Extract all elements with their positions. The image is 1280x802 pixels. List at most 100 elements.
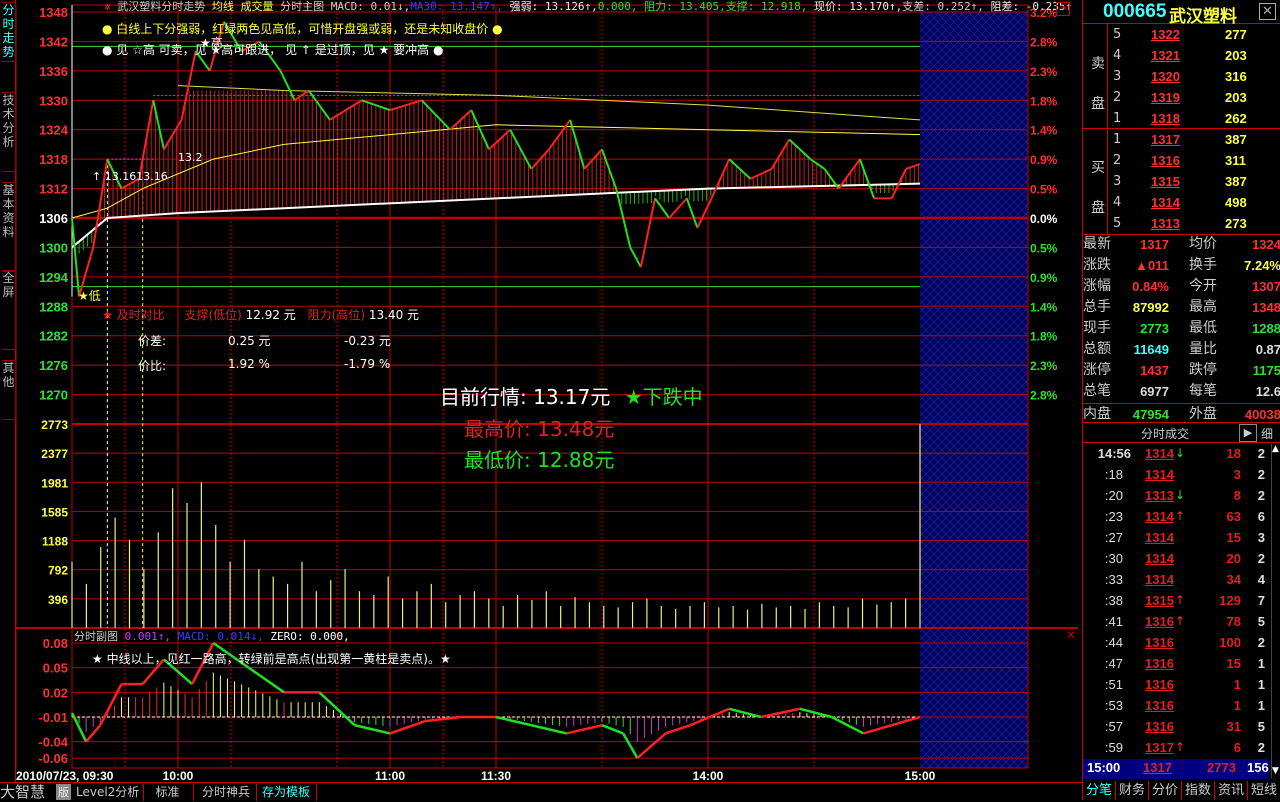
pct-tick-label: 0.9% — [1030, 153, 1058, 167]
price: 1313 — [1151, 216, 1180, 231]
tick-volume: 31 — [1226, 719, 1241, 734]
quote-tab[interactable]: 资讯 — [1215, 781, 1248, 800]
main-chart-label[interactable]: 分时主图 — [280, 0, 324, 13]
buy-row[interactable]: 2 1316 311 — [1083, 150, 1280, 171]
buy-row[interactable]: 4 1314 498 — [1083, 192, 1280, 213]
level: 1 — [1113, 132, 1122, 147]
detail-button[interactable]: 细 — [1261, 425, 1273, 442]
avg-line-toggle[interactable]: 均线 — [212, 0, 234, 13]
level: 2 — [1113, 153, 1122, 168]
price-line-segment — [685, 198, 699, 229]
stat-label: 涨幅 — [1083, 278, 1111, 294]
sell-row[interactable]: 2 1319 203 — [1083, 87, 1280, 108]
intraday-chart[interactable]: 1348 3.2% 1342 2.8% 1336 2.3% 1330 1.8% 1324 1.4%… — [16, 0, 1082, 782]
tab-standard[interactable]: 标准 — [142, 784, 194, 801]
tab-intraday[interactable]: 分时走势 — [2, 2, 16, 62]
zero-value: 0.000, — [597, 0, 638, 13]
scroll-up-icon[interactable]: ▲ — [1272, 444, 1279, 454]
label-1316: ↑ 13.1613.16 — [92, 170, 168, 183]
close-icon[interactable]: ✕ — [1259, 3, 1276, 20]
hatch — [1064, 12, 1082, 768]
support-val: 12.92 元 — [245, 308, 296, 322]
stat-value: 87992 — [1132, 300, 1169, 315]
version-tab[interactable]: 版 — [56, 784, 71, 800]
close-sub-icon[interactable]: ✕ — [1066, 628, 1076, 642]
support-value: 支撑: 12.918, — [725, 0, 808, 13]
sell-row[interactable]: 5 1322 277 — [1083, 24, 1280, 45]
gear-icon[interactable]: ✲ — [104, 0, 111, 13]
scroll-down-icon[interactable]: ▼ — [1272, 766, 1279, 776]
price-line-segment — [421, 99, 451, 131]
price-tick-label: 1306 — [39, 211, 68, 226]
tab-level2[interactable]: Level2分析 — [72, 784, 145, 801]
tick-time: :57 — [1104, 719, 1123, 734]
stat-value: 1348 — [1252, 300, 1280, 315]
tab-fullscreen[interactable]: 全屏 — [2, 270, 16, 350]
quote-tab[interactable]: 分价 — [1149, 781, 1182, 800]
tick-count: 2 — [1257, 635, 1265, 650]
stat-label: 涨停 — [1083, 362, 1111, 378]
quote-tab[interactable]: 财务 — [1116, 781, 1149, 800]
low-marker: ★低 — [78, 289, 101, 303]
pct-tick-label: 2.8% — [1030, 389, 1058, 403]
stat-label: 最新 — [1083, 236, 1111, 252]
stat-row: 最新 1317 均价 1324 — [1083, 234, 1280, 255]
tick-row: :57 1316 31 5 — [1083, 716, 1280, 737]
macd-line-segment — [354, 724, 391, 735]
view-tabs: 分时走势 技术分析 基本资料 全屏 其他 — [0, 0, 16, 782]
sell-row[interactable]: 1 1318 262 — [1083, 108, 1280, 129]
strength-value: 强弱: 13.126↑, — [509, 0, 598, 13]
pct-tick-label: 0.5% — [1030, 183, 1058, 197]
tick-row: :47 1316 15 1 — [1083, 653, 1280, 674]
tab-technical[interactable]: 技术分析 — [2, 92, 16, 172]
stat-value: 2773 — [1140, 321, 1169, 336]
price-tick-label: 1342 — [39, 34, 68, 49]
buy-row[interactable]: 3 1315 387 — [1083, 171, 1280, 192]
buy-row[interactable]: 5 1313 273 — [1083, 213, 1280, 234]
price-line-segment — [152, 100, 165, 150]
tick-volume: 15 — [1226, 656, 1241, 671]
volume-toggle[interactable]: 成交量 — [241, 0, 274, 13]
macd-tick-label: 0.08 — [43, 636, 68, 651]
tick-volume: 34 — [1226, 572, 1241, 587]
price: 1322 — [1151, 27, 1180, 42]
diff-support: 0.25 元 — [228, 334, 271, 348]
stat-label: 最低 — [1189, 320, 1217, 336]
hatch — [1072, 12, 1082, 768]
tick-row: :20 1313 ↓ 8 2 — [1083, 485, 1280, 506]
tick-row: :51 1316 1 1 — [1083, 674, 1280, 695]
quote-tab[interactable]: 指数 — [1182, 781, 1215, 800]
macd-tick-label: 0.02 — [43, 685, 68, 700]
macd-line-segment — [728, 707, 762, 719]
price-tick-label: 1270 — [39, 388, 68, 403]
sub-chart-title[interactable]: 分时副图 — [74, 630, 118, 643]
macd-line-segment — [601, 724, 624, 735]
ratio-resist: -1.79 % — [344, 357, 391, 371]
tick-time: :59 — [1104, 740, 1123, 755]
ticks-scrollbar[interactable]: ▲ ▼ — [1271, 444, 1280, 778]
buy-row[interactable]: 1 1317 387 — [1083, 129, 1280, 150]
save-template-tab[interactable]: 存为模板 — [256, 784, 318, 801]
quote-tab[interactable]: 短线 — [1248, 781, 1280, 800]
stat-value: 11649 — [1133, 342, 1169, 357]
tab-other[interactable]: 其他 — [2, 360, 16, 420]
stock-code: 000665 — [1103, 1, 1167, 22]
time-tick-label: 10:00 — [163, 769, 194, 782]
quote-tab[interactable]: 分笔 — [1083, 781, 1116, 800]
volume: 311 — [1225, 153, 1246, 168]
tab-shenbing[interactable]: 分时神兵 — [196, 784, 258, 801]
tick-count: 7 — [1257, 593, 1265, 608]
tick-price: 1316 — [1145, 677, 1174, 692]
sell-row[interactable]: 4 1321 203 — [1083, 45, 1280, 66]
level: 3 — [1113, 69, 1122, 84]
tab-fundamentals[interactable]: 基本资料 — [2, 182, 16, 272]
stat-label: 跌停 — [1189, 362, 1217, 378]
play-icon[interactable]: ▶ — [1239, 424, 1257, 442]
level: 4 — [1113, 48, 1122, 63]
expand-icon[interactable]: ⇥ — [1056, 2, 1070, 16]
tick-price: 1316 — [1145, 614, 1174, 629]
tick-price: 1316 — [1145, 656, 1174, 671]
sell-row[interactable]: 3 1320 316 — [1083, 66, 1280, 87]
price: 1317 — [1151, 132, 1180, 147]
stat-label: 总手 — [1083, 299, 1111, 315]
